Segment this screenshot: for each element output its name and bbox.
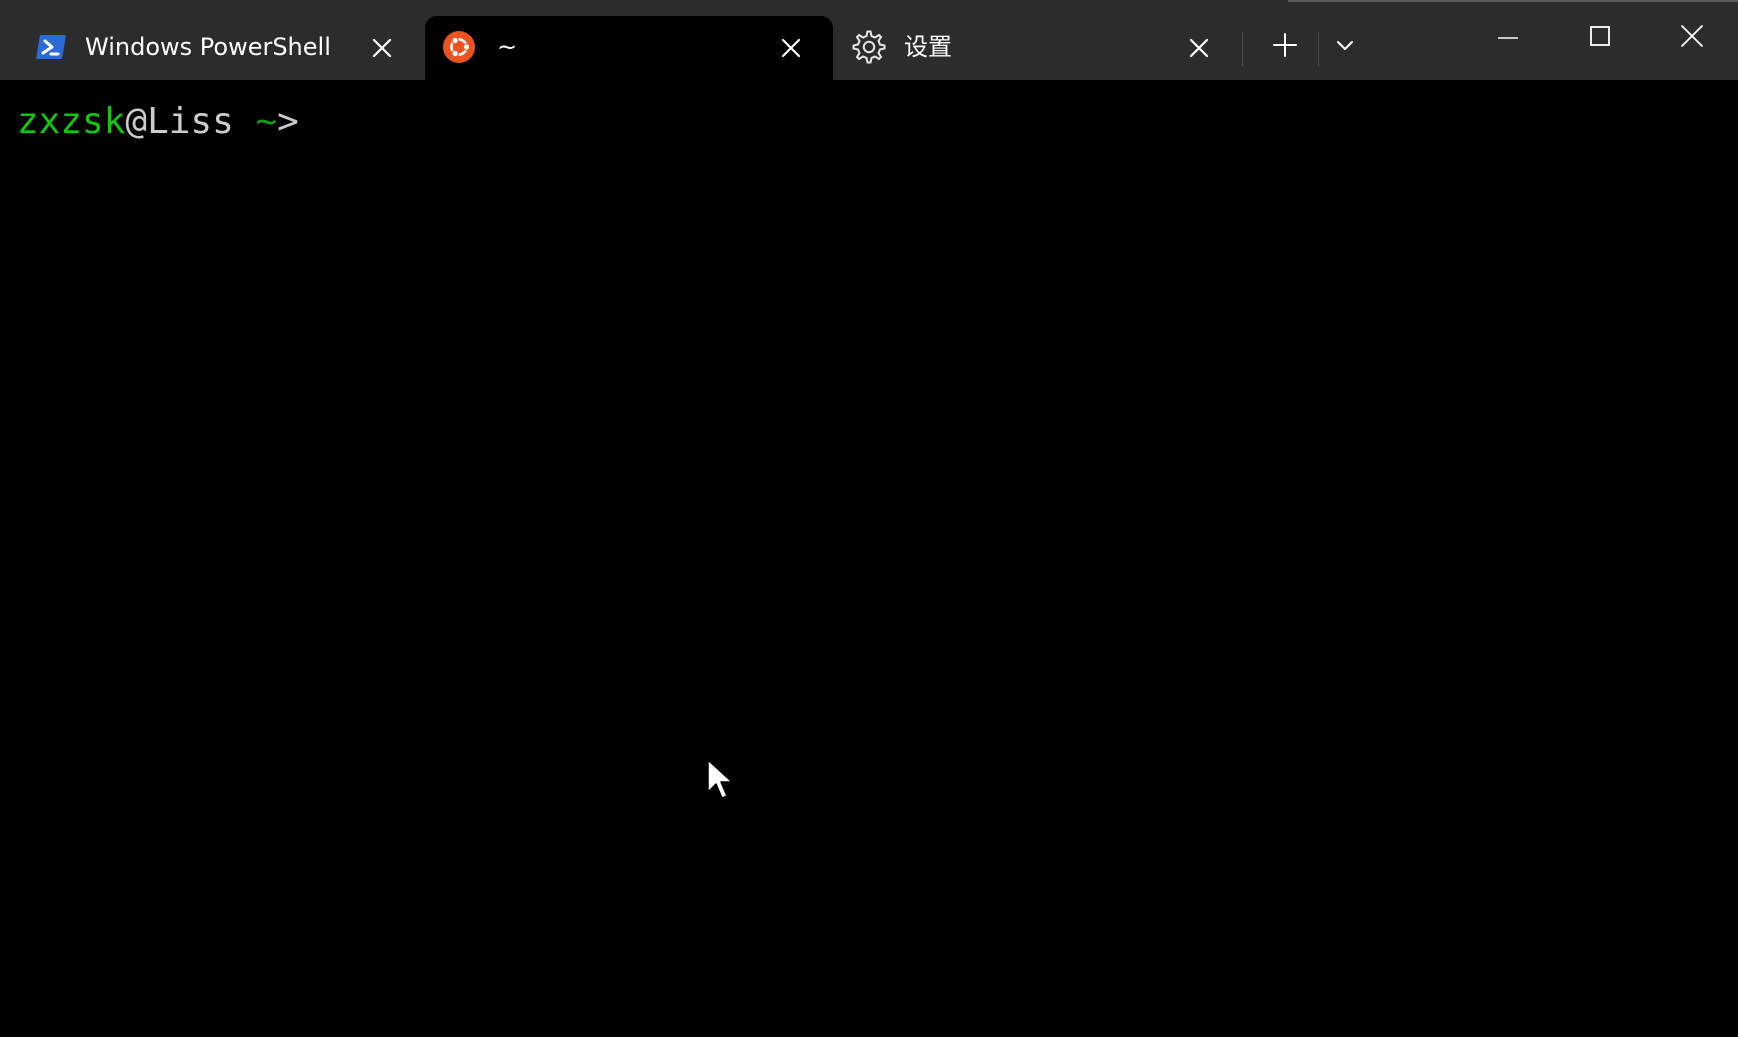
profile-dropdown-button[interactable] bbox=[1320, 20, 1370, 70]
tab-close-icon[interactable] bbox=[776, 33, 806, 63]
new-tab-button[interactable] bbox=[1260, 20, 1310, 70]
tab-settings[interactable]: 设置 bbox=[834, 16, 1242, 80]
maximize-button[interactable] bbox=[1554, 0, 1646, 76]
tab-close-icon[interactable] bbox=[367, 33, 397, 63]
tab-title: 设置 bbox=[904, 33, 952, 61]
gear-icon bbox=[852, 30, 886, 64]
tab-ubuntu-home[interactable]: ~ bbox=[425, 16, 833, 80]
plus-icon bbox=[1260, 33, 1310, 74]
tab-separator bbox=[1318, 32, 1319, 66]
prompt-at-sign: @ bbox=[125, 101, 148, 142]
ubuntu-icon bbox=[442, 30, 476, 64]
tab-close-icon[interactable] bbox=[1184, 33, 1214, 63]
tab-title: Windows PowerShell bbox=[85, 33, 331, 61]
mouse-pointer-icon bbox=[706, 758, 736, 802]
prompt-username: zxzsk bbox=[17, 101, 126, 142]
prompt-symbol: > bbox=[277, 101, 299, 142]
close-window-button[interactable] bbox=[1646, 0, 1738, 76]
powershell-icon bbox=[34, 30, 68, 64]
tab-title: ~ bbox=[497, 33, 518, 61]
tab-windows-powershell[interactable]: Windows PowerShell bbox=[0, 16, 424, 80]
title-bar: Windows PowerShell ~ 设置 bbox=[0, 0, 1738, 80]
prompt-cwd: ~ bbox=[255, 101, 278, 142]
chevron-down-icon bbox=[1320, 41, 1370, 74]
prompt-hostname: Liss bbox=[147, 101, 234, 142]
terminal-area[interactable]: zxzsk@Liss ~> bbox=[0, 80, 1738, 1037]
tab-separator bbox=[1242, 32, 1243, 66]
shell-prompt: zxzsk@Liss ~> bbox=[17, 100, 299, 144]
minimize-button[interactable] bbox=[1462, 0, 1554, 76]
